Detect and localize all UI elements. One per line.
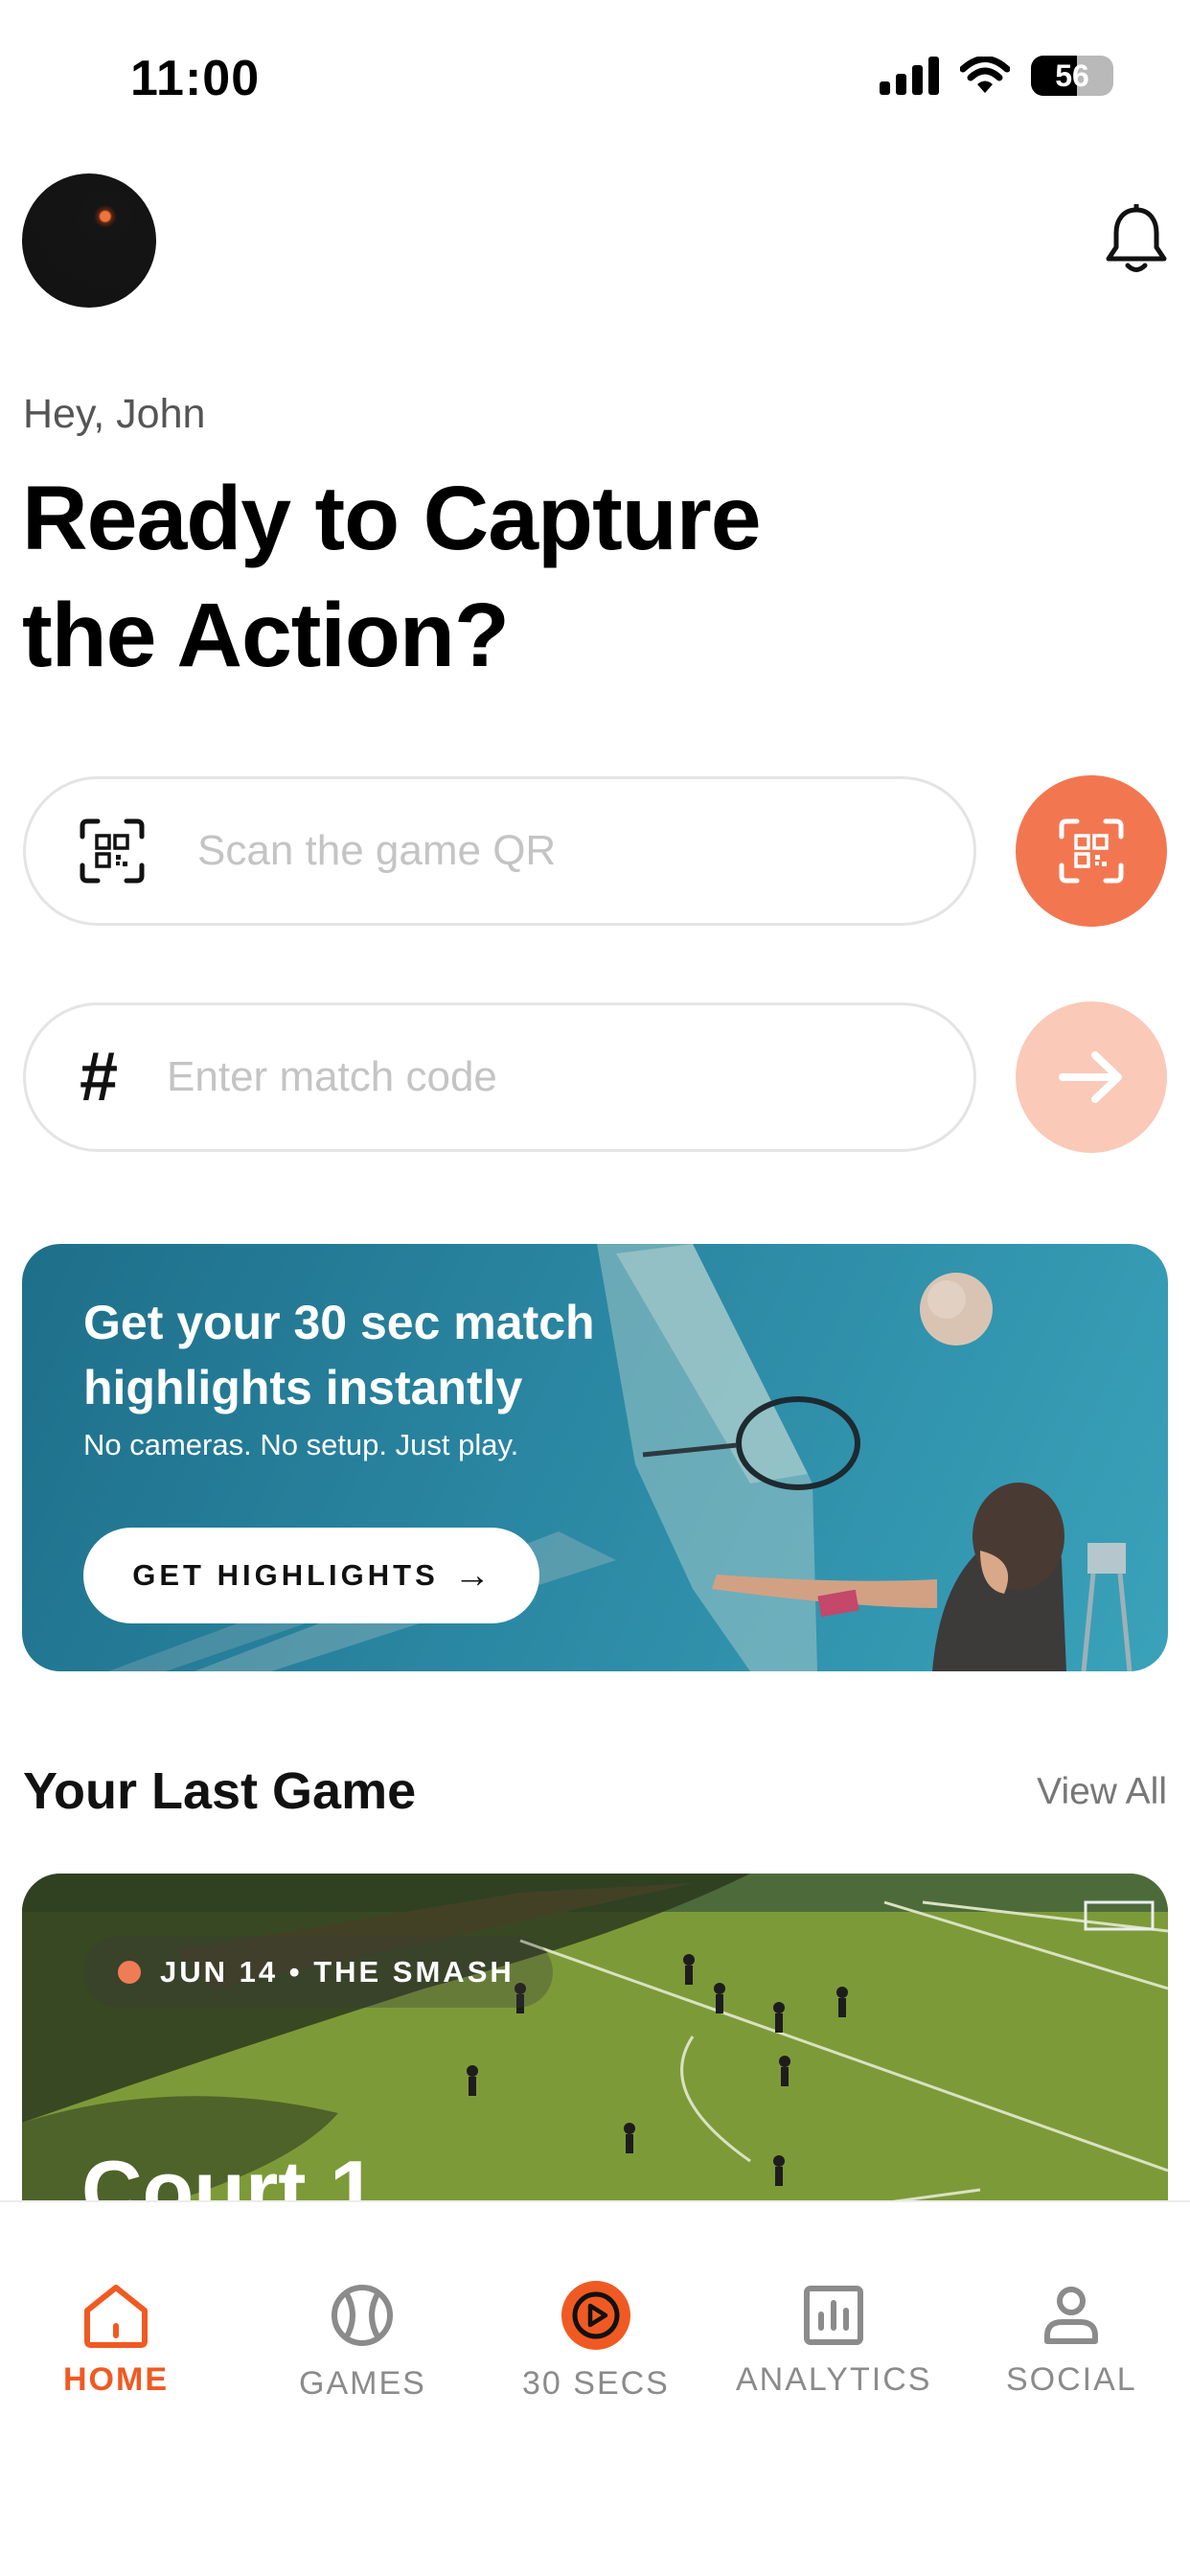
submit-code-button[interactable] xyxy=(1016,1001,1167,1153)
status-bar: 11:00 56 xyxy=(0,0,1190,163)
get-highlights-label: GET HIGHLIGHTS xyxy=(132,1558,439,1592)
arrow-right-icon xyxy=(1059,1051,1122,1103)
profile-avatar[interactable] xyxy=(22,173,156,308)
nav-label-games: GAMES xyxy=(299,2365,426,2402)
ball-icon xyxy=(326,2279,399,2352)
live-dot-icon xyxy=(118,1961,141,1984)
bar-chart-icon xyxy=(797,2279,870,2352)
qr-scan-icon xyxy=(80,818,145,884)
home-icon xyxy=(80,2279,152,2352)
home-screen: 11:00 56 Hey, John Ready to Capture the … xyxy=(0,0,1190,2576)
qr-scan-field[interactable] xyxy=(23,776,976,926)
wifi-icon xyxy=(960,57,1010,93)
nav-item-30-secs[interactable]: 30 SECS xyxy=(522,2279,670,2403)
match-code-field[interactable]: # xyxy=(23,1002,976,1152)
nav-label-analytics: ANALYTICS xyxy=(736,2361,932,2398)
view-all-link[interactable]: View All xyxy=(1037,1771,1167,1813)
nav-item-home[interactable]: HOME xyxy=(63,2279,169,2399)
cellular-signal-icon xyxy=(880,57,939,95)
arrow-right-icon: → xyxy=(453,1554,491,1596)
status-time: 11:00 xyxy=(130,51,261,106)
section-title: Your Last Game xyxy=(23,1762,417,1820)
battery-percent: 56 xyxy=(1055,58,1089,93)
play-icon xyxy=(560,2279,632,2352)
promo-title: Get your 30 sec match highlights instant… xyxy=(83,1296,595,1414)
highlights-promo-banner[interactable]: Get your 30 sec match highlights instant… xyxy=(22,1244,1168,1671)
page-title: Ready to Capture the Action? xyxy=(22,468,762,686)
nav-item-analytics[interactable]: ANALYTICS xyxy=(736,2279,931,2399)
get-highlights-button[interactable]: GET HIGHLIGHTS → xyxy=(83,1528,539,1623)
hash-icon: # xyxy=(79,1039,118,1116)
promo-subtitle: No cameras. No setup. Just play. xyxy=(83,1428,519,1461)
bell-icon[interactable] xyxy=(1102,204,1171,277)
user-icon xyxy=(1035,2279,1108,2352)
battery-icon: 56 xyxy=(1031,56,1113,96)
nav-item-social[interactable]: SOCIAL xyxy=(1006,2279,1137,2399)
scan-qr-button[interactable] xyxy=(1016,775,1167,927)
game-date-text: JUN 14 • THE SMASH xyxy=(160,1955,515,1989)
match-code-input[interactable] xyxy=(167,1053,915,1101)
status-icons: 56 xyxy=(880,56,1113,96)
nav-label-30-secs: 30 SECS xyxy=(522,2365,670,2402)
nav-label-social: SOCIAL xyxy=(1006,2361,1137,2398)
greeting: Hey, John xyxy=(23,391,206,437)
qr-scan-icon xyxy=(1059,818,1124,884)
nav-item-games[interactable]: GAMES xyxy=(299,2279,426,2403)
battery-indicator: 56 xyxy=(1031,56,1113,96)
nav-label-home: HOME xyxy=(63,2361,169,2398)
qr-input[interactable] xyxy=(197,827,945,875)
game-date-badge: JUN 14 • THE SMASH xyxy=(83,1937,553,2008)
bottom-nav: HOME GAMES 30 SECS ANALYTICS SOCIAL xyxy=(0,2200,1190,2576)
